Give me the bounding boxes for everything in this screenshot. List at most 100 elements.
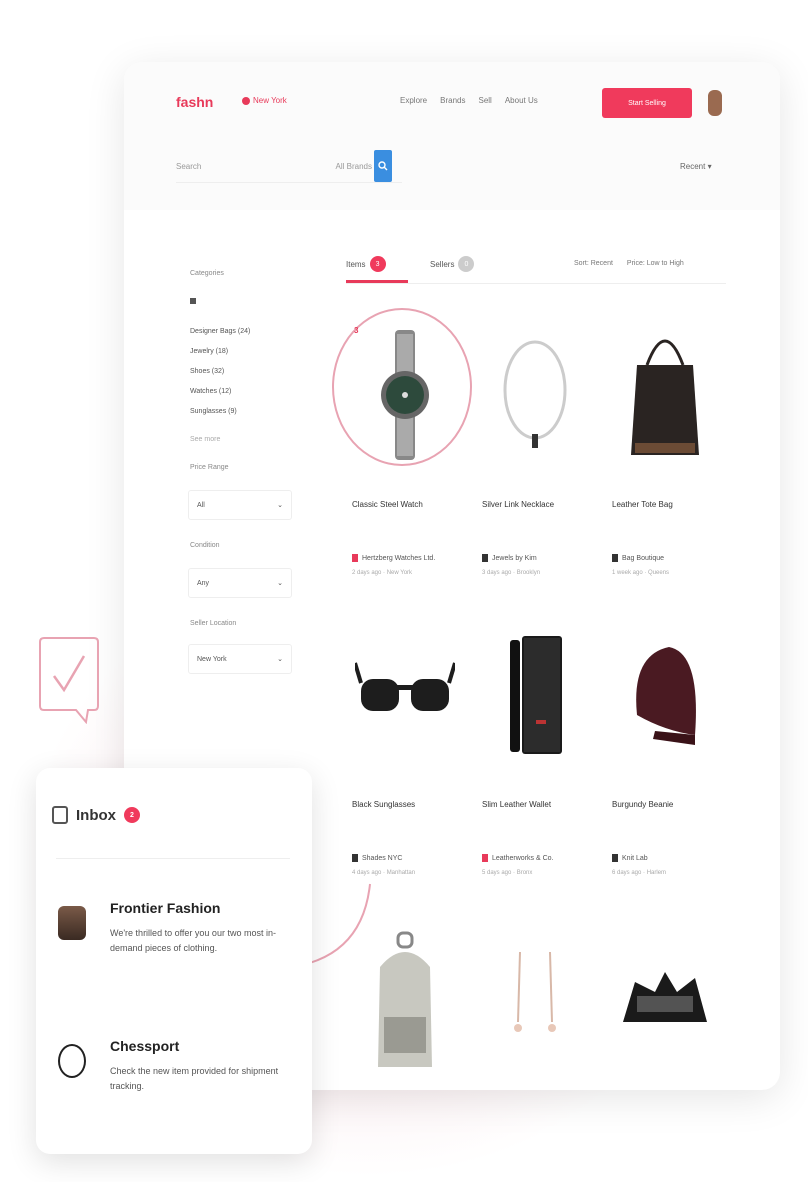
sort-recent[interactable]: Sort: Recent bbox=[574, 260, 613, 267]
chevron-down-icon: ⌄ bbox=[277, 502, 283, 509]
product-meta: 6 days ago · Harlem bbox=[612, 870, 667, 876]
inbox-icon bbox=[52, 806, 68, 824]
category-item[interactable]: Jewelry (18) bbox=[190, 348, 228, 355]
tab-items[interactable]: Items 3 bbox=[346, 256, 386, 272]
product-card[interactable]: Burgundy Beanie Knit Lab 6 days ago · Ha… bbox=[604, 610, 726, 884]
avatar bbox=[58, 1044, 86, 1078]
product-meta: 5 days ago · Bronx bbox=[482, 870, 533, 876]
search-input[interactable]: Search All Brands bbox=[176, 150, 402, 183]
inbox-divider bbox=[56, 858, 290, 859]
tab-sellers-label: Sellers bbox=[430, 259, 455, 269]
product-card[interactable] bbox=[604, 914, 726, 1090]
seller-info[interactable]: Shades NYC bbox=[352, 854, 402, 862]
condition-label: Condition bbox=[190, 542, 220, 549]
seller-name: Knit Lab bbox=[622, 854, 648, 862]
nav-item-explore[interactable]: Explore bbox=[400, 96, 427, 105]
seller-info[interactable]: Hertzberg Watches Ltd. bbox=[352, 554, 435, 562]
sort-options: Sort: Recent Price: Low to High bbox=[574, 260, 684, 267]
search-icon bbox=[378, 161, 388, 171]
product-card[interactable]: Black Sunglasses Shades NYC 4 days ago ·… bbox=[344, 610, 466, 884]
checkmark-speech-icon bbox=[39, 637, 99, 724]
store-icon bbox=[352, 854, 358, 862]
category-item[interactable]: Watches (12) bbox=[190, 388, 231, 395]
start-selling-button[interactable]: Start Selling bbox=[602, 88, 692, 118]
tab-sellers[interactable]: Sellers 0 bbox=[430, 256, 475, 272]
seller-info[interactable]: Bag Boutique bbox=[612, 554, 664, 562]
price-value: All bbox=[197, 501, 205, 509]
logo[interactable]: fashn bbox=[176, 94, 213, 110]
chevron-down-icon: ⌄ bbox=[277, 580, 283, 587]
category-item[interactable]: Designer Bags (24) bbox=[190, 328, 250, 335]
category-item[interactable]: Sunglasses (9) bbox=[190, 408, 237, 415]
store-icon bbox=[482, 554, 488, 562]
price-label: Price Range bbox=[190, 464, 229, 471]
filters-sidebar: Categories Designer Bags (24) Jewelry (1… bbox=[174, 240, 304, 710]
avatar[interactable] bbox=[708, 90, 722, 116]
price-select[interactable]: All ⌄ bbox=[188, 490, 292, 520]
nav-item-about[interactable]: About Us bbox=[505, 96, 538, 105]
product-meta: 1 week ago · Queens bbox=[612, 570, 670, 576]
inbox-title: Inbox bbox=[76, 806, 116, 824]
seller-location-select[interactable]: New York ⌄ bbox=[188, 644, 292, 674]
see-more-link[interactable]: See more bbox=[190, 436, 220, 443]
store-icon bbox=[612, 854, 618, 862]
store-icon bbox=[352, 554, 358, 562]
seller-name: Leatherworks & Co. bbox=[492, 854, 554, 862]
top-nav: Explore Brands Sell About Us bbox=[400, 96, 538, 105]
product-meta: 2 days ago · New York bbox=[352, 570, 413, 576]
seller-info[interactable]: Leatherworks & Co. bbox=[482, 854, 553, 862]
message-item[interactable]: Chessport Check the new item provided fo… bbox=[58, 1038, 298, 1118]
seller-name: Jewels by Kim bbox=[492, 554, 537, 562]
message-text: Check the new item provided for shipment… bbox=[110, 1066, 279, 1091]
seller-name: Bag Boutique bbox=[622, 554, 665, 562]
product-card[interactable]: Silver Link Necklace Jewels by Kim 3 day… bbox=[474, 310, 596, 584]
product-meta: 4 days ago · Manhattan bbox=[352, 870, 416, 876]
inbox-count-badge: 2 bbox=[124, 807, 140, 823]
sort-price[interactable]: Price: Low to High bbox=[627, 260, 684, 267]
product-card[interactable]: Slim Leather Wallet Leatherworks & Co. 5… bbox=[474, 610, 596, 884]
seller-info[interactable]: Jewels by Kim bbox=[482, 554, 537, 562]
seller-location-value: New York bbox=[197, 655, 227, 663]
product-name: Classic Steel Watch bbox=[352, 500, 423, 509]
inbox-header: Inbox 2 bbox=[52, 806, 140, 824]
sort-select[interactable]: Recent ▾ bbox=[680, 162, 712, 171]
header: fashn New York Explore Brands Sell About… bbox=[124, 62, 780, 210]
search-category[interactable]: All Brands bbox=[336, 162, 372, 171]
necklace-image bbox=[474, 310, 596, 480]
checkbox-icon[interactable] bbox=[190, 298, 196, 304]
product-card[interactable] bbox=[474, 914, 596, 1090]
nav-item-brands[interactable]: Brands bbox=[440, 96, 465, 105]
product-card[interactable]: Leather Tote Bag Bag Boutique 1 week ago… bbox=[604, 310, 726, 584]
store-icon bbox=[482, 854, 488, 862]
product-name: Burgundy Beanie bbox=[612, 800, 674, 809]
message-item[interactable]: Frontier Fashion We're thrilled to offer… bbox=[58, 900, 298, 980]
message-sender: Chessport bbox=[110, 1038, 180, 1054]
tabs-divider bbox=[346, 283, 726, 284]
category-item[interactable]: Shoes (32) bbox=[190, 368, 224, 375]
beanie-image bbox=[604, 610, 726, 780]
seller-name: Hertzberg Watches Ltd. bbox=[362, 554, 436, 562]
seller-location-label: Seller Location bbox=[190, 620, 237, 627]
seller-info[interactable]: Knit Lab bbox=[612, 854, 648, 862]
tab-items-badge: 3 bbox=[369, 256, 386, 272]
product-name: Black Sunglasses bbox=[352, 800, 416, 809]
nav-item-sell[interactable]: Sell bbox=[478, 96, 491, 105]
categories-label: Categories bbox=[190, 270, 224, 277]
chevron-down-icon: ⌄ bbox=[277, 656, 283, 663]
circled-number: 3 bbox=[354, 326, 359, 335]
location-pin-icon bbox=[242, 96, 250, 105]
product-name: Leather Tote Bag bbox=[612, 500, 673, 509]
store-icon bbox=[612, 554, 618, 562]
condition-select[interactable]: Any ⌄ bbox=[188, 568, 292, 598]
location-selector[interactable]: New York bbox=[242, 96, 287, 105]
sort-select-value: Recent bbox=[680, 162, 706, 171]
condition-value: Any bbox=[197, 579, 210, 587]
product-meta: 3 days ago · Brooklyn bbox=[482, 570, 541, 576]
search-placeholder: Search bbox=[176, 161, 202, 171]
wallet-image bbox=[474, 610, 596, 780]
location-label: New York bbox=[253, 96, 287, 105]
message-text: We're thrilled to offer you our two most… bbox=[110, 928, 276, 953]
earrings-image bbox=[474, 914, 596, 1090]
avatar bbox=[58, 906, 86, 940]
search-button[interactable] bbox=[374, 150, 392, 182]
